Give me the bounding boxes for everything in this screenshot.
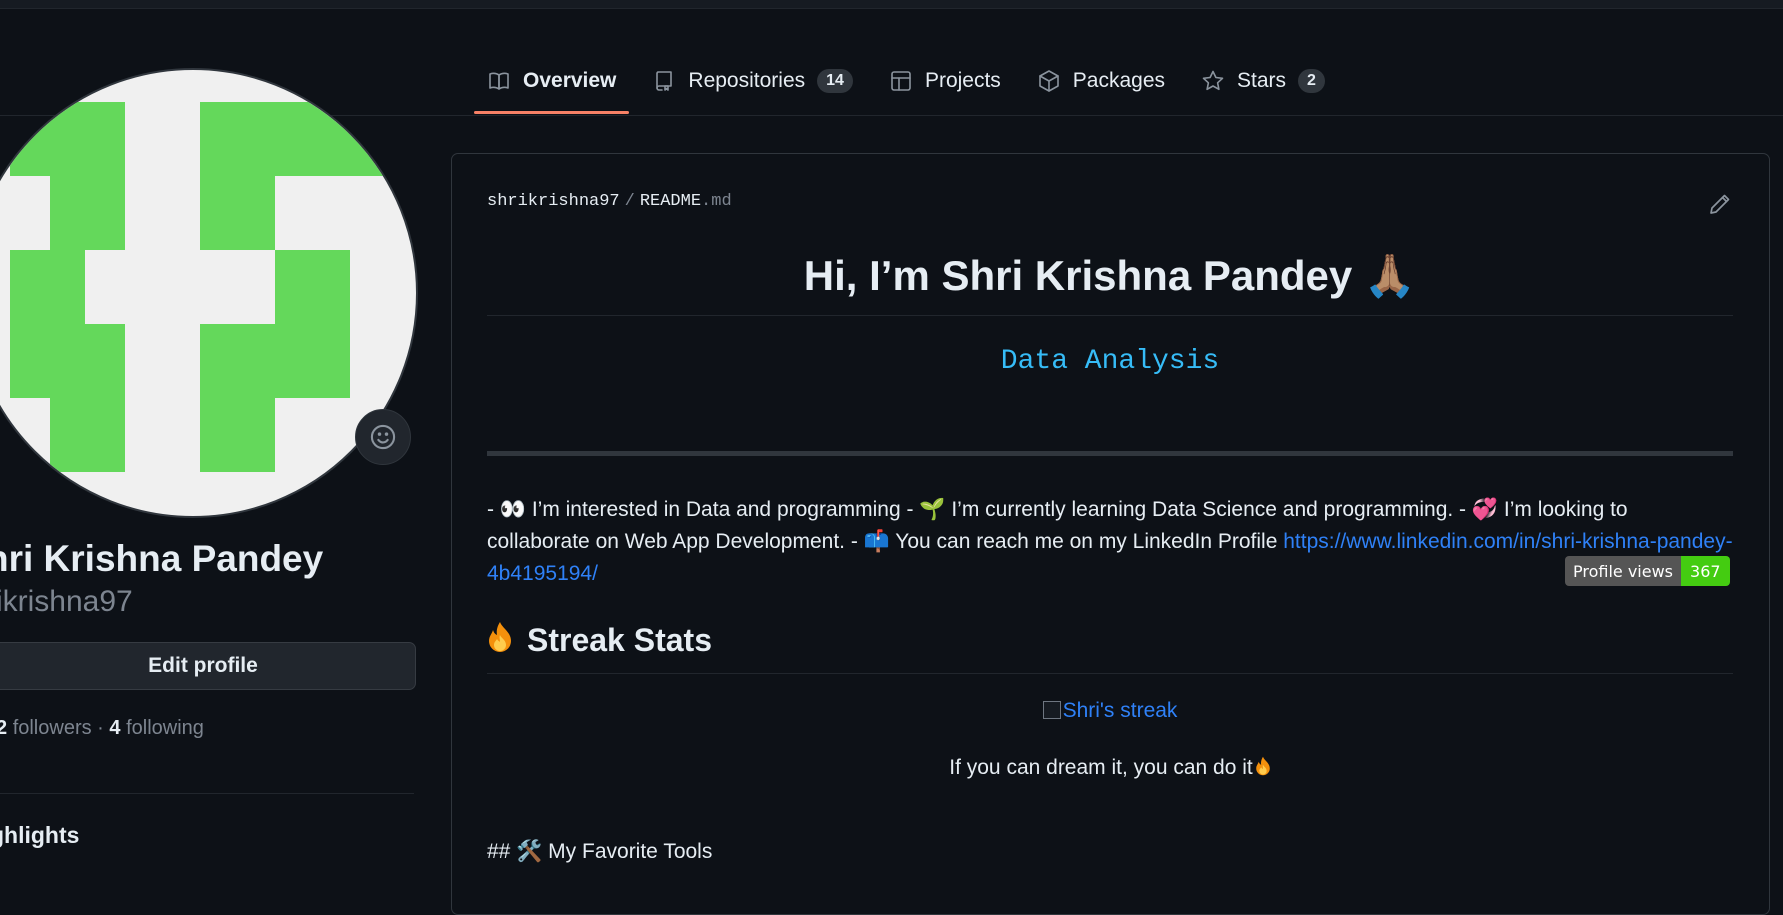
streak-stats-text: Streak Stats xyxy=(527,622,712,658)
readme-path: shrikrishna97/README.md xyxy=(487,192,732,211)
book-icon xyxy=(489,72,509,90)
profile-username: rikrishna97 xyxy=(0,585,133,618)
streak-stats-heading: Streak Stats xyxy=(487,621,712,661)
smiley-icon xyxy=(370,424,396,450)
tab-packages[interactable]: Packages xyxy=(1024,60,1178,102)
profile-name: hri Krishna Pandey xyxy=(0,538,324,579)
avatar[interactable] xyxy=(0,68,418,518)
path-separator: / xyxy=(624,192,635,211)
readme-title: Hi, I’m Shri Krishna Pandey 🙏🏽 xyxy=(487,252,1733,301)
following-link[interactable]: 4 following xyxy=(109,717,204,739)
follow-stats: 2 followers · 4 following xyxy=(0,717,204,740)
following-label: following xyxy=(126,717,204,739)
readme-filename[interactable]: README.md xyxy=(640,192,732,211)
highlights-heading: ghlights xyxy=(0,822,80,848)
followers-label: followers xyxy=(12,717,92,739)
tab-stars[interactable]: Stars 2 xyxy=(1188,60,1338,102)
tab-projects[interactable]: Projects xyxy=(876,60,1014,102)
title-divider xyxy=(487,315,1733,316)
top-bar xyxy=(0,0,1783,9)
profile-views-count: 367 xyxy=(1681,556,1730,586)
readme-file-ext: .md xyxy=(701,192,732,211)
following-count: 4 xyxy=(109,717,121,739)
streak-divider xyxy=(487,673,1733,674)
intro-part-3: I’m currently learning Data Science and … xyxy=(945,498,1472,521)
horizontal-rule xyxy=(487,451,1733,456)
streak-image-link[interactable]: Shri's streak xyxy=(1042,699,1178,722)
hearts-emoji: 💞 xyxy=(1471,498,1499,521)
tab-overview-label: Overview xyxy=(523,69,617,92)
set-status-button[interactable] xyxy=(355,409,411,465)
favorite-tools-heading: ## 🛠️ My Favorite Tools xyxy=(487,840,713,863)
profile-views-badge[interactable]: Profile views 367 xyxy=(1565,556,1730,586)
repositories-count: 14 xyxy=(817,69,853,93)
motivational-quote: If you can dream it, you can do it xyxy=(487,755,1733,783)
pencil-icon xyxy=(1710,194,1730,214)
seedling-emoji: 🌱 xyxy=(919,498,946,521)
streak-image: Shri's streak xyxy=(487,699,1733,723)
tab-stars-label: Stars xyxy=(1237,69,1287,92)
followers-count: 2 xyxy=(0,717,8,739)
readme-title-text: Hi, I’m Shri Krishna Pandey xyxy=(803,252,1353,299)
streak-alt-text: Shri's streak xyxy=(1062,699,1178,722)
sidebar-divider xyxy=(0,793,414,794)
tab-repositories[interactable]: Repositories 14 xyxy=(639,60,866,102)
table-icon xyxy=(891,71,911,91)
small-fire-icon xyxy=(1255,755,1271,783)
profile-views-label: Profile views xyxy=(1565,556,1682,586)
fire-icon xyxy=(487,621,513,661)
intro-part-5: You can reach me on my LinkedIn Profile xyxy=(889,530,1284,553)
readme-owner[interactable]: shrikrishna97 xyxy=(487,192,620,211)
edit-profile-button[interactable]: Edit profile xyxy=(0,642,416,690)
identicon-graphic xyxy=(10,102,390,472)
star-icon xyxy=(1202,70,1224,91)
broken-image-icon xyxy=(1042,701,1061,719)
profile-tabs: Overview Repositories 14 Projects Packag… xyxy=(474,60,1348,116)
mailbox-emoji: 📫 xyxy=(863,530,890,553)
stars-count: 2 xyxy=(1298,69,1325,93)
intro-paragraph: - 👀 I’m interested in Data and programmi… xyxy=(487,494,1733,590)
repo-icon xyxy=(656,71,673,91)
readme-file-base: README xyxy=(639,192,702,211)
quote-text: If you can dream it, you can do it xyxy=(949,756,1253,779)
tab-repositories-label: Repositories xyxy=(688,69,806,92)
package-icon xyxy=(1038,70,1059,92)
follow-separator: · xyxy=(97,717,104,739)
tab-projects-label: Projects xyxy=(924,69,1001,92)
typing-svg-text: Data Analysis xyxy=(1000,346,1220,377)
eyes-emoji: 👀 xyxy=(499,498,526,521)
tab-overview[interactable]: Overview xyxy=(474,60,630,114)
intro-part-2: I’m interested in Data and programming - xyxy=(525,498,920,521)
intro-part-1: - xyxy=(487,498,500,521)
folded-hands-emoji: 🙏🏽 xyxy=(1363,252,1417,299)
followers-link[interactable]: 2 followers xyxy=(0,717,92,739)
edit-readme-button[interactable] xyxy=(1708,192,1732,216)
tab-packages-label: Packages xyxy=(1072,69,1166,92)
